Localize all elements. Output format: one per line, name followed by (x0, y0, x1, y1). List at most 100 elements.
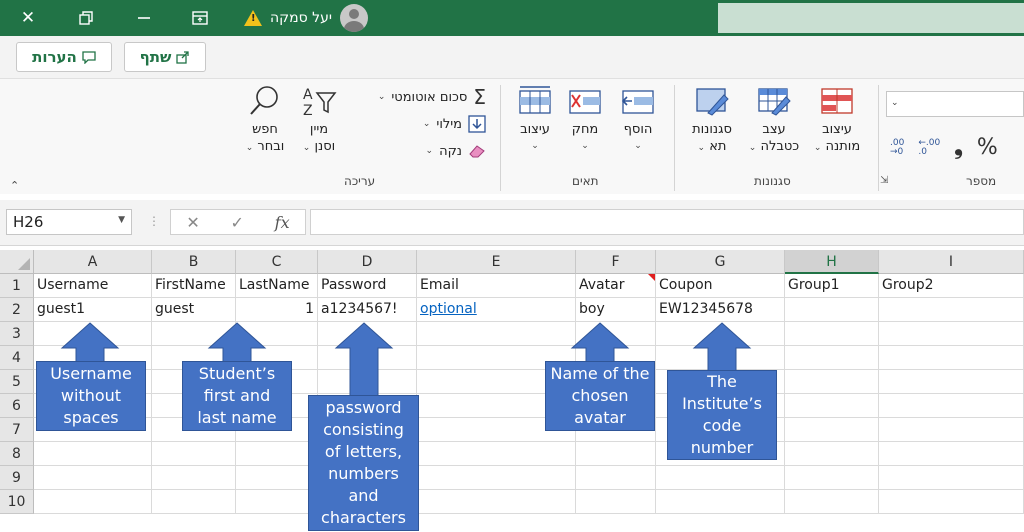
column-header-h[interactable]: H (785, 250, 879, 274)
search-box[interactable] (718, 3, 1024, 33)
minimize-icon[interactable] (130, 4, 158, 32)
cell-a2[interactable]: guest1 (34, 298, 152, 322)
empty-cell[interactable] (879, 394, 1024, 418)
empty-cell[interactable] (879, 322, 1024, 346)
empty-cell[interactable] (34, 442, 152, 466)
cell-h2[interactable] (785, 298, 879, 322)
empty-cell[interactable] (34, 490, 152, 514)
column-header-b[interactable]: B (152, 250, 236, 274)
row-header[interactable]: 1 (0, 274, 34, 298)
cell-f1[interactable]: Avatar (576, 274, 656, 298)
column-header-i[interactable]: I (879, 250, 1024, 274)
cell-i1[interactable]: Group2 (879, 274, 1024, 298)
cell-a1[interactable]: Username (34, 274, 152, 298)
empty-cell[interactable] (879, 466, 1024, 490)
column-header-f[interactable]: F (576, 250, 656, 274)
dialog-launcher-icon[interactable]: ⇲ (880, 175, 888, 186)
empty-cell[interactable] (417, 490, 576, 514)
empty-cell[interactable] (879, 490, 1024, 514)
select-all-corner[interactable] (0, 250, 34, 274)
decrease-decimal-button[interactable]: .00 →0 (890, 138, 904, 157)
cell-e2[interactable]: optional (417, 298, 576, 322)
cell-i2[interactable] (879, 298, 1024, 322)
empty-cell[interactable] (236, 466, 318, 490)
empty-cell[interactable] (879, 442, 1024, 466)
empty-cell[interactable] (879, 346, 1024, 370)
empty-cell[interactable] (785, 370, 879, 394)
empty-cell[interactable] (785, 466, 879, 490)
find-select-button[interactable]: חפש ⌄ ובחר (240, 85, 290, 157)
fill-button[interactable]: מילוי ⌄ (346, 115, 486, 133)
formula-input[interactable] (310, 209, 1024, 235)
empty-cell[interactable] (152, 490, 236, 514)
format-cells-button[interactable]: עיצוב ⌄ (512, 85, 558, 155)
cell-d2[interactable]: a1234567! (318, 298, 417, 322)
autosum-button[interactable]: Σ סכום אוטומטי ⌄ (346, 85, 486, 109)
row-header[interactable]: 2 (0, 298, 34, 322)
cell-f2[interactable]: boy (576, 298, 656, 322)
delete-cells-button[interactable]: מחק ⌄ (562, 85, 608, 155)
empty-cell[interactable] (785, 394, 879, 418)
row-header[interactable]: 4 (0, 346, 34, 370)
collapse-ribbon-icon[interactable]: ⌃ (10, 179, 19, 192)
name-box[interactable]: H26 ▼ (6, 209, 132, 235)
cell-h1[interactable]: Group1 (785, 274, 879, 298)
empty-cell[interactable] (417, 442, 576, 466)
empty-cell[interactable] (576, 490, 656, 514)
column-header-d[interactable]: D (318, 250, 417, 274)
insert-cells-button[interactable]: הוסף ⌄ (614, 85, 662, 155)
cell-e1[interactable]: Email (417, 274, 576, 298)
account-area[interactable]: יעל סמקה ! (244, 2, 368, 34)
ribbon-display-icon[interactable] (186, 4, 214, 32)
cell-d1[interactable]: Password (318, 274, 417, 298)
clear-button[interactable]: נקה ⌄ (346, 143, 486, 159)
row-header[interactable]: 3 (0, 322, 34, 346)
sort-filter-button[interactable]: AZ מיין ⌄ וסנן (294, 85, 344, 157)
enter-icon[interactable]: ✓ (231, 213, 244, 232)
cell-g1[interactable]: Coupon (656, 274, 785, 298)
cell-g2[interactable]: EW12345678 (656, 298, 785, 322)
insert-function-icon[interactable]: fx (275, 213, 290, 232)
empty-cell[interactable] (576, 442, 656, 466)
empty-cell[interactable] (785, 322, 879, 346)
conditional-formatting-button[interactable]: עיצוב ⌄ מותנה (808, 85, 866, 157)
row-header[interactable]: 7 (0, 418, 34, 442)
percent-style-button[interactable]: % (977, 135, 998, 160)
cell-styles-button[interactable]: סגנונות ⌄ תא (684, 85, 740, 157)
empty-cell[interactable] (656, 466, 785, 490)
cancel-icon[interactable]: ✕ (186, 213, 199, 232)
close-icon[interactable]: ✕ (14, 4, 42, 32)
row-header[interactable]: 8 (0, 442, 34, 466)
column-header-a[interactable]: A (34, 250, 152, 274)
row-header[interactable]: 6 (0, 394, 34, 418)
row-header[interactable]: 5 (0, 370, 34, 394)
row-header[interactable]: 10 (0, 490, 34, 514)
empty-cell[interactable] (785, 418, 879, 442)
empty-cell[interactable] (152, 442, 236, 466)
cell-c1[interactable]: LastName (236, 274, 318, 298)
share-button[interactable]: שתף (124, 42, 206, 72)
format-as-table-button[interactable]: עצב ⌄ כטבלה (746, 85, 802, 157)
comma-style-button[interactable]: ❟ (954, 135, 963, 160)
empty-cell[interactable] (656, 490, 785, 514)
empty-cell[interactable] (785, 346, 879, 370)
cell-b1[interactable]: FirstName (152, 274, 236, 298)
restore-icon[interactable] (72, 4, 100, 32)
empty-cell[interactable] (879, 370, 1024, 394)
empty-cell[interactable] (34, 466, 152, 490)
column-header-g[interactable]: G (656, 250, 785, 274)
empty-cell[interactable] (417, 322, 576, 346)
comments-button[interactable]: הערות (16, 42, 112, 72)
empty-cell[interactable] (236, 442, 318, 466)
empty-cell[interactable] (785, 442, 879, 466)
empty-cell[interactable] (417, 466, 576, 490)
number-format-dropdown[interactable]: ⌄ (886, 91, 1024, 117)
cell-c2[interactable]: 1 (236, 298, 318, 322)
empty-cell[interactable] (152, 466, 236, 490)
increase-decimal-button[interactable]: ←.00.0 (918, 138, 940, 157)
row-header[interactable]: 9 (0, 466, 34, 490)
empty-cell[interactable] (785, 490, 879, 514)
column-header-e[interactable]: E (417, 250, 576, 274)
empty-cell[interactable] (879, 418, 1024, 442)
cell-b2[interactable]: guest (152, 298, 236, 322)
